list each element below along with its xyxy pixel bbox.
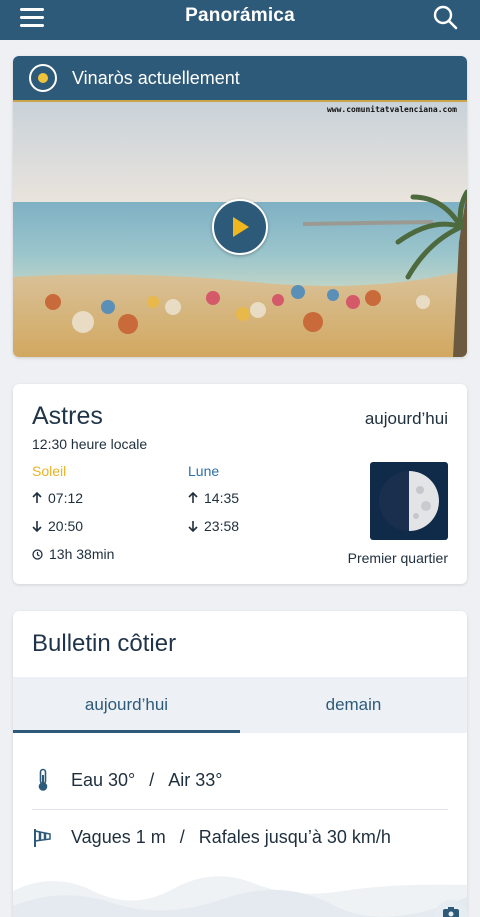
moon-icon (379, 471, 439, 531)
moonrise-time: 14:35 (204, 490, 240, 506)
app-title: Panorámica (185, 5, 295, 26)
sunset-time: 20:50 (48, 518, 84, 534)
waves-row: Vagues 1 m / Rafales jusqu’à 30 km/h (32, 827, 448, 848)
webcam-title: Vinaròs actuellement (72, 67, 240, 88)
divider (32, 809, 448, 810)
wave-height: Vagues 1 m (71, 827, 166, 847)
moon-label: Lune (188, 463, 220, 479)
moonrise-row: 14:35 (188, 490, 239, 506)
play-icon (233, 217, 249, 237)
webcam-icon (29, 64, 57, 92)
day-length: 13h 38min (49, 546, 115, 562)
astres-title: Astres (32, 402, 103, 430)
waves-separator: / (179, 827, 185, 847)
camera-icon (443, 907, 459, 917)
top-bar: Panorámica (0, 0, 480, 40)
sun-label: Soleil (32, 463, 67, 479)
moonset-time: 23:58 (204, 518, 240, 534)
astres-card: Astres aujourd’hui 12:30 heure locale So… (13, 384, 467, 584)
arrow-up-icon (32, 492, 42, 503)
sunrise-time: 07:12 (48, 490, 84, 506)
windsock-icon (34, 828, 51, 847)
menu-icon[interactable] (20, 8, 44, 28)
webcam-image[interactable]: www.comunitatvalenciana.com (13, 102, 467, 357)
moonset-row: 23:58 (188, 518, 239, 534)
bulletin-card: Bulletin côtier aujourd’hui demain Eau 3… (13, 611, 467, 917)
search-icon[interactable] (432, 4, 458, 30)
moon-phase: Premier quartier (347, 550, 448, 566)
webcam-watermark: www.comunitatvalenciana.com (326, 105, 457, 114)
thermometer-icon (38, 768, 48, 791)
waves-decoration (13, 876, 467, 917)
play-button[interactable] (212, 199, 268, 255)
local-time: 12:30 heure locale (32, 436, 148, 452)
tab-tomorrow[interactable]: demain (240, 677, 467, 733)
air-temp: Air 33° (168, 769, 223, 790)
arrow-up-icon (188, 492, 198, 503)
water-temp: Eau 30° (71, 769, 136, 790)
astres-day: aujourd’hui (364, 409, 448, 428)
day-tabs: aujourd’hui demain (13, 677, 467, 733)
arrow-down-icon (188, 521, 198, 532)
daylength-row: 13h 38min (32, 546, 114, 562)
temp-separator: / (149, 769, 155, 790)
arrow-down-icon (32, 521, 42, 532)
sunset-row: 20:50 (32, 518, 83, 534)
moon-phase-image (370, 462, 448, 540)
sunrise-row: 07:12 (32, 490, 83, 506)
webcam-card[interactable]: Vinaròs actuellement www.comunitatvalenc… (13, 56, 467, 357)
wind-gusts: Rafales jusqu’à 30 km/h (198, 827, 391, 847)
bulletin-title: Bulletin côtier (32, 630, 177, 657)
clock-icon (32, 548, 43, 560)
tab-today[interactable]: aujourd’hui (13, 677, 240, 733)
webcam-header: Vinaròs actuellement (13, 56, 467, 102)
temperature-row: Eau 30° / Air 33° (32, 768, 448, 792)
